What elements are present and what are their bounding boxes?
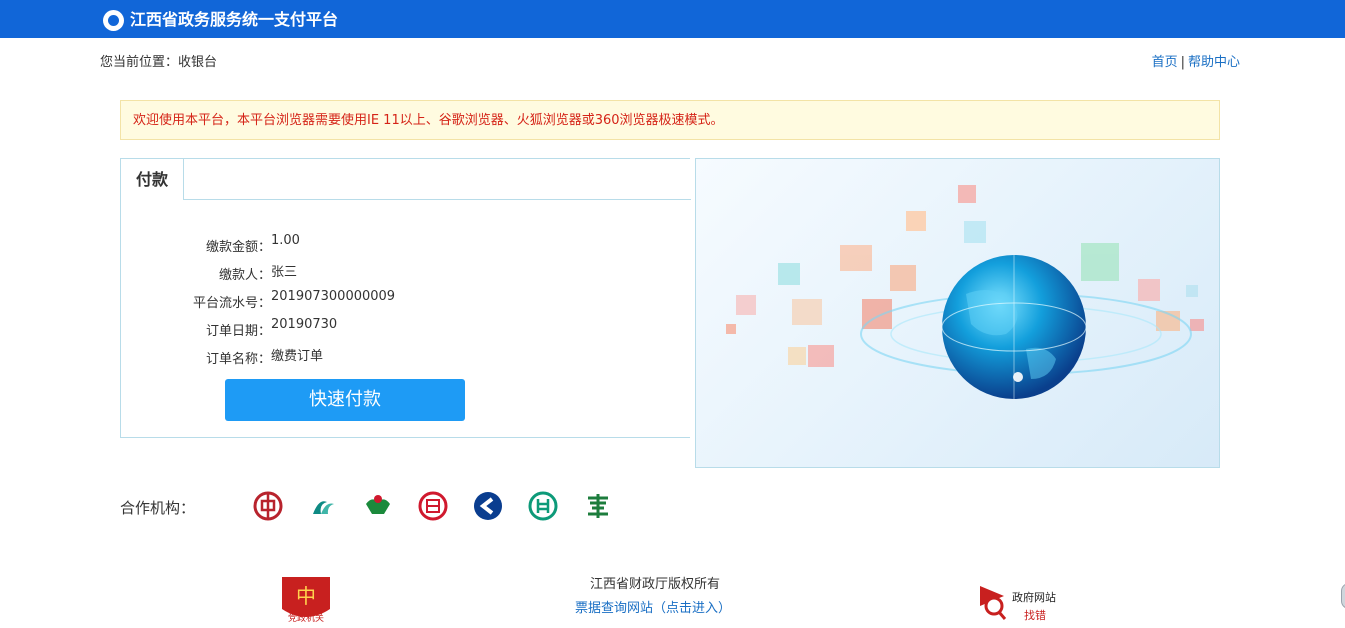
platform-logo-icon bbox=[103, 10, 124, 31]
tab-divider bbox=[183, 199, 691, 200]
platform-title: 江西省政务服务统一支付平台 bbox=[130, 10, 339, 29]
globe-illustration bbox=[726, 185, 1204, 399]
header-bar: 江西省政务服务统一支付平台 bbox=[0, 0, 1345, 38]
browser-notice: 欢迎使用本平台，本平台浏览器需要使用IE 11以上、谷歌浏览器、火狐浏览器或36… bbox=[120, 100, 1220, 140]
bank-icon-3 bbox=[362, 490, 394, 522]
field-value-order-date: 20190730 bbox=[271, 317, 338, 332]
partners-label: 合作机构： bbox=[120, 499, 196, 517]
party-government-badge[interactable]: 中党政机关 bbox=[280, 575, 332, 624]
globe-banner-image bbox=[695, 158, 1220, 468]
badge-caption: 党政机关 bbox=[288, 612, 324, 624]
field-value-serial: 201907300000009 bbox=[271, 289, 396, 304]
gov-site-error-badge[interactable]: 政府网站 找错 bbox=[978, 584, 1070, 624]
bank-icon-5 bbox=[472, 490, 504, 522]
tab-payment[interactable]: 付款 bbox=[120, 158, 184, 200]
top-links: 首页 | 帮助中心 bbox=[1152, 51, 1240, 70]
bank-icon-6 bbox=[527, 490, 559, 522]
field-value-order-name: 缴费订单 bbox=[271, 349, 324, 364]
link-separator: | bbox=[1180, 55, 1185, 70]
breadcrumb: 您当前位置：收银台 bbox=[100, 55, 218, 70]
field-value-amount: 1.00 bbox=[271, 233, 300, 248]
bank-icon-2 bbox=[307, 490, 339, 522]
scroll-to-top-handle[interactable] bbox=[1341, 583, 1345, 609]
field-value-payer: 张三 bbox=[271, 265, 298, 280]
bank-icon-4 bbox=[417, 490, 449, 522]
quick-pay-button[interactable]: 快速付款 bbox=[225, 379, 465, 421]
badge-line2: 找错 bbox=[1024, 608, 1046, 622]
svg-text:中: 中 bbox=[296, 584, 316, 608]
bank-icon-7 bbox=[582, 490, 614, 522]
badge-line1: 政府网站 bbox=[1012, 590, 1056, 604]
home-link[interactable]: 首页 bbox=[1152, 55, 1178, 70]
bank-of-china-icon bbox=[252, 490, 284, 522]
help-center-link[interactable]: 帮助中心 bbox=[1188, 55, 1240, 70]
copyright-text: 江西省财政厅版权所有 bbox=[590, 577, 721, 592]
invoice-query-link[interactable]: 票据查询网站（点击进入） bbox=[575, 597, 731, 616]
